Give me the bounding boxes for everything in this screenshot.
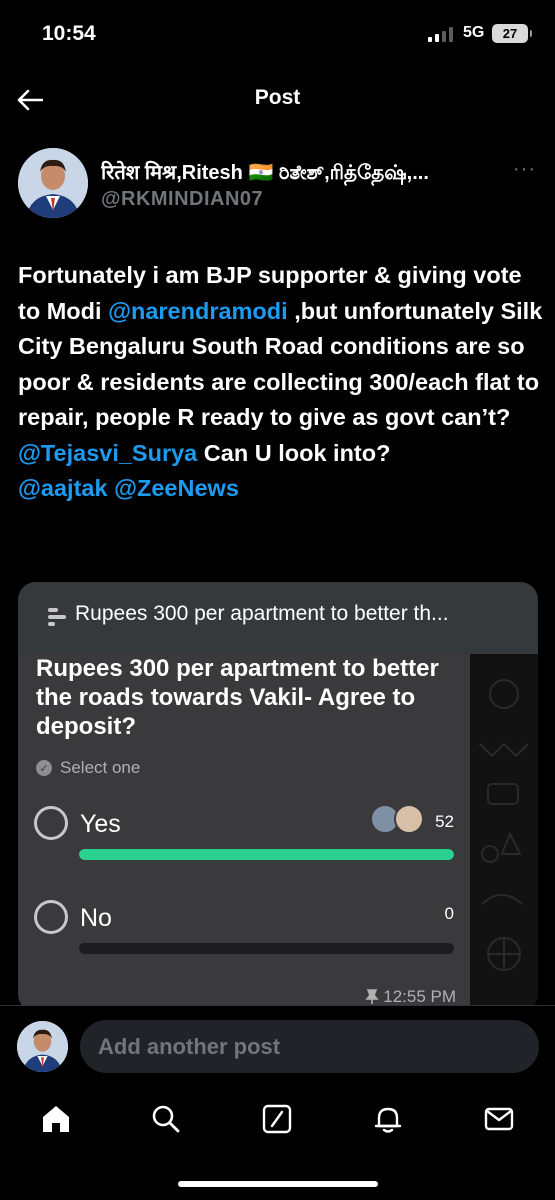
pin-icon	[365, 989, 379, 1004]
post-author: रितेश मिश्र,Ritesh 🇮🇳 ರಿತೇಶ್,ரித்தேஷ்,..…	[0, 146, 555, 218]
tab-messages[interactable]	[479, 1099, 519, 1139]
poll-option-no-count: 0	[444, 904, 454, 923]
author-handle[interactable]: @RKMINDIAN07	[101, 188, 263, 211]
reply-input[interactable]: Add another post	[80, 1020, 539, 1073]
check-icon: ✓	[36, 760, 52, 776]
notifications-icon	[374, 1107, 402, 1133]
poll-option-yes-radio[interactable]	[34, 806, 68, 840]
user-avatar[interactable]	[17, 1021, 68, 1072]
page-title: Post	[254, 86, 301, 109]
home-indicator	[178, 1181, 378, 1187]
author-avatar[interactable]	[18, 148, 88, 218]
grok-icon	[262, 1104, 292, 1134]
poll-time-text: 12:55 PM	[383, 987, 456, 1006]
status-bar: 10:54 5G 27	[0, 0, 555, 70]
bottom-tab-bar	[0, 1085, 555, 1200]
mention-link[interactable]: @narendramodi	[108, 298, 288, 324]
poll-card-title: Rupees 300 per apartment to better th...	[75, 602, 449, 625]
tab-home[interactable]	[36, 1099, 76, 1139]
signal-icon	[428, 27, 453, 42]
more-options-icon[interactable]: ···	[513, 158, 536, 181]
poll-question: Rupees 300 per apartment to better the r…	[36, 655, 439, 740]
tab-search[interactable]	[146, 1099, 186, 1139]
post-body: Fortunately i am BJP supporter & giving …	[18, 258, 543, 507]
poll-option-yes-count: 52	[435, 812, 454, 831]
mention-link[interactable]: @aajtak	[18, 475, 108, 501]
poll-option-no-bar	[79, 943, 454, 954]
tab-notifications[interactable]	[368, 1099, 408, 1139]
search-icon	[152, 1105, 180, 1133]
voter-avatar	[394, 804, 424, 834]
poll-timestamp: 12:55 PM	[365, 987, 456, 1007]
poll-option-yes-bar	[79, 849, 454, 860]
home-icon	[43, 1106, 69, 1132]
reply-bar: Add another post	[0, 1005, 555, 1085]
poll-option-yes-label[interactable]: Yes	[80, 810, 121, 839]
poll-card[interactable]: Rupees 300 per apartment to better th...…	[18, 582, 538, 1012]
mention-link[interactable]: @Tejasvi_Surya	[18, 440, 197, 466]
post-header: Post	[0, 70, 555, 128]
poll-hint: ✓ Select one	[36, 758, 140, 778]
poll-icon	[48, 608, 66, 626]
status-time: 10:54	[42, 22, 96, 45]
poll-hint-text: Select one	[60, 758, 141, 777]
mention-link[interactable]: @ZeeNews	[114, 475, 239, 501]
avatar-image	[17, 1021, 68, 1072]
post-text-segment: Can U look into?	[197, 439, 391, 466]
voter-avatars	[370, 804, 426, 834]
poll-area: Rupees 300 per apartment to better the r…	[18, 654, 470, 1012]
author-display-name[interactable]: रितेश मिश्र,Ritesh 🇮🇳 ರಿತೇಶ್,ரித்தேஷ்,..…	[101, 158, 506, 187]
poll-card-header: Rupees 300 per apartment to better th...	[18, 582, 538, 654]
messages-icon	[484, 1107, 514, 1131]
poll-option-no-label[interactable]: No	[80, 904, 112, 933]
avatar-image	[18, 148, 88, 218]
chat-wallpaper-doodle	[470, 654, 538, 1012]
tab-grok[interactable]	[257, 1099, 297, 1139]
network-label: 5G	[463, 24, 485, 41]
poll-option-no-radio[interactable]	[34, 900, 68, 934]
poll-option-yes-bar-fill	[79, 849, 454, 860]
battery-icon: 27	[492, 24, 532, 43]
